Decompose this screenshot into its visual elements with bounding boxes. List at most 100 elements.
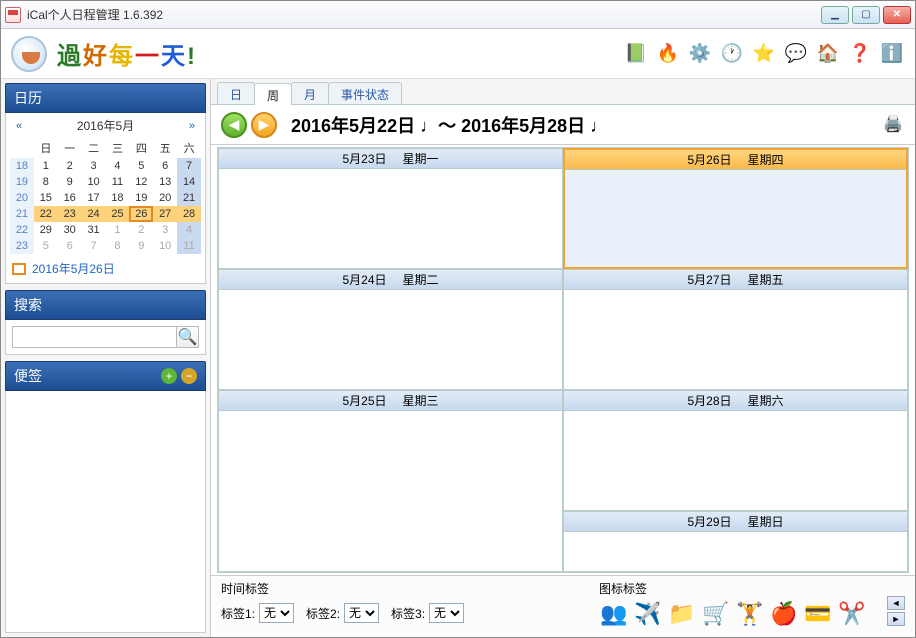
- cal-day[interactable]: 20: [153, 190, 177, 206]
- cal-day[interactable]: 27: [153, 206, 177, 222]
- home-icon[interactable]: 🏠: [815, 41, 841, 67]
- date-range: 2016年5月22日 ♩～ 2016年5月28日 ♩: [291, 112, 608, 138]
- food-icon[interactable]: 🍎: [769, 599, 799, 629]
- cal-day[interactable]: 6: [58, 238, 82, 254]
- star-icon[interactable]: ⭐: [751, 41, 777, 67]
- clock-icon[interactable]: 🕐: [719, 41, 745, 67]
- add-note-button[interactable]: +: [161, 368, 177, 384]
- day-body[interactable]: [219, 411, 562, 571]
- cal-day[interactable]: 4: [177, 222, 201, 238]
- cal-title: 2016年5月: [28, 117, 183, 134]
- day-body[interactable]: [219, 169, 562, 268]
- cal-day[interactable]: 15: [34, 190, 58, 206]
- cal-day[interactable]: 11: [106, 174, 130, 190]
- minimize-button[interactable]: ▁: [821, 6, 849, 24]
- icon-scroll-right[interactable]: ►: [887, 612, 905, 626]
- prev-week-button[interactable]: ◀: [221, 112, 247, 138]
- cal-day[interactable]: 24: [82, 206, 106, 222]
- cal-day[interactable]: 31: [82, 222, 106, 238]
- cal-day[interactable]: 9: [58, 174, 82, 190]
- cal-prev[interactable]: «: [10, 120, 28, 132]
- cal-day[interactable]: 6: [153, 158, 177, 174]
- today-link[interactable]: 2016年5月26日: [10, 254, 201, 279]
- cal-day[interactable]: 29: [34, 222, 58, 238]
- cal-day[interactable]: 1: [106, 222, 130, 238]
- cal-day[interactable]: 11: [177, 238, 201, 254]
- cal-day[interactable]: 25: [106, 206, 130, 222]
- cal-day[interactable]: 10: [82, 174, 106, 190]
- day-cell[interactable]: 5月29日星期日: [563, 511, 908, 572]
- cal-day[interactable]: 4: [106, 158, 130, 174]
- day-body[interactable]: [565, 170, 906, 267]
- day-body[interactable]: [219, 290, 562, 389]
- day-cell[interactable]: 5月27日星期五: [563, 269, 908, 390]
- cal-day[interactable]: 23: [58, 206, 82, 222]
- cal-day[interactable]: 10: [153, 238, 177, 254]
- cal-day[interactable]: 14: [177, 174, 201, 190]
- cal-day[interactable]: 30: [58, 222, 82, 238]
- close-button[interactable]: ✕: [883, 6, 911, 24]
- tab-周[interactable]: 周: [254, 83, 292, 105]
- fitness-icon[interactable]: 🏋️: [735, 599, 765, 629]
- cal-day[interactable]: 9: [129, 238, 153, 254]
- week-number: 21: [10, 206, 34, 222]
- tag-select[interactable]: 无: [429, 603, 464, 623]
- cal-day[interactable]: 2: [58, 158, 82, 174]
- cal-day[interactable]: 3: [82, 158, 106, 174]
- search-input[interactable]: [12, 326, 177, 348]
- day-body[interactable]: [564, 411, 907, 510]
- cal-day[interactable]: 28: [177, 206, 201, 222]
- day-cell[interactable]: 5月26日星期四: [563, 148, 908, 269]
- print-button[interactable]: 🖨️: [883, 114, 905, 136]
- next-week-button[interactable]: ▶: [251, 112, 277, 138]
- day-cell[interactable]: 5月23日星期一: [218, 148, 563, 269]
- cal-day[interactable]: 18: [106, 190, 130, 206]
- plane-icon[interactable]: ✈️: [633, 599, 663, 629]
- day-body[interactable]: [564, 290, 907, 389]
- cal-day[interactable]: 8: [106, 238, 130, 254]
- day-cell[interactable]: 5月24日星期二: [218, 269, 563, 390]
- day-cell[interactable]: 5月28日星期六: [563, 390, 908, 511]
- book-icon[interactable]: 📗: [623, 41, 649, 67]
- notes-panel[interactable]: [5, 391, 206, 633]
- people-icon[interactable]: 👥: [599, 599, 629, 629]
- card-icon[interactable]: 💳: [803, 599, 833, 629]
- tab-月[interactable]: 月: [291, 82, 329, 104]
- fire-icon[interactable]: 🔥: [655, 41, 681, 67]
- cal-day[interactable]: 3: [153, 222, 177, 238]
- help-icon[interactable]: ❓: [847, 41, 873, 67]
- cal-day[interactable]: 19: [129, 190, 153, 206]
- cal-day[interactable]: 13: [153, 174, 177, 190]
- cal-day[interactable]: 7: [82, 238, 106, 254]
- cal-day[interactable]: 7: [177, 158, 201, 174]
- tag-select[interactable]: 无: [259, 603, 294, 623]
- cal-day[interactable]: 16: [58, 190, 82, 206]
- tag-select[interactable]: 无: [344, 603, 379, 623]
- cut-icon[interactable]: ✂️: [837, 599, 867, 629]
- day-cell[interactable]: 5月25日星期三: [218, 390, 563, 572]
- cal-day[interactable]: 22: [34, 206, 58, 222]
- day-body[interactable]: [564, 532, 907, 571]
- cal-next[interactable]: »: [183, 120, 201, 132]
- tab-事件状态[interactable]: 事件状态: [328, 82, 402, 104]
- icon-scroll-left[interactable]: ◄: [887, 596, 905, 610]
- remove-note-button[interactable]: −: [181, 368, 197, 384]
- maximize-button[interactable]: ▢: [852, 6, 880, 24]
- cal-day[interactable]: 26: [129, 206, 153, 222]
- cal-day[interactable]: 1: [34, 158, 58, 174]
- cal-day[interactable]: 12: [129, 174, 153, 190]
- cal-day[interactable]: 5: [34, 238, 58, 254]
- cal-day[interactable]: 5: [129, 158, 153, 174]
- cal-day[interactable]: 8: [34, 174, 58, 190]
- search-button[interactable]: 🔍: [177, 326, 199, 348]
- cal-day[interactable]: 21: [177, 190, 201, 206]
- calendar-header: 日历: [5, 83, 206, 113]
- info-icon[interactable]: ℹ️: [879, 41, 905, 67]
- cal-day[interactable]: 17: [82, 190, 106, 206]
- chat-icon[interactable]: 💬: [783, 41, 809, 67]
- folder-icon[interactable]: 📁: [667, 599, 697, 629]
- gear-icon[interactable]: ⚙️: [687, 41, 713, 67]
- shopping-icon[interactable]: 🛒: [701, 599, 731, 629]
- tab-日[interactable]: 日: [217, 82, 255, 104]
- cal-day[interactable]: 2: [129, 222, 153, 238]
